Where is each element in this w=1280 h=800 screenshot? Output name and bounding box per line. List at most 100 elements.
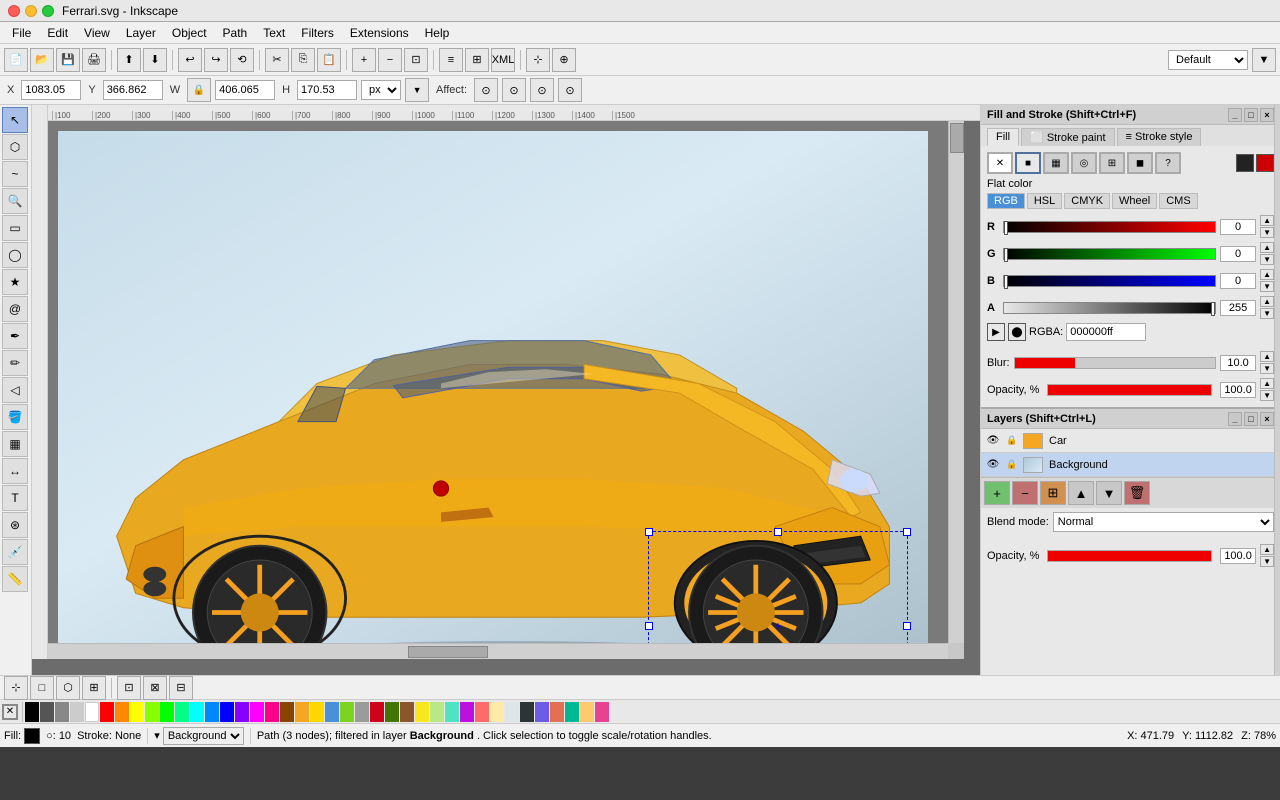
b-up[interactable]: ▲ — [1260, 269, 1274, 280]
color-swatch-yellow[interactable] — [130, 702, 144, 722]
zoom-fit-button[interactable]: ⊡ — [404, 48, 428, 72]
paste-button[interactable]: 📋 — [317, 48, 341, 72]
zoom-tool[interactable]: 🔍 — [2, 188, 28, 214]
color-swatch-white[interactable] — [85, 702, 99, 722]
snap-node-btn[interactable]: ⬡ — [56, 676, 80, 700]
no-color-swatch[interactable]: ✕ — [2, 704, 18, 720]
export-button[interactable]: ⬇ — [143, 48, 167, 72]
r-input[interactable] — [1220, 219, 1256, 235]
a-up[interactable]: ▲ — [1260, 296, 1274, 307]
h-input[interactable] — [297, 80, 357, 100]
color-swatch-darkgray[interactable] — [40, 702, 54, 722]
snap-bbox-btn[interactable]: □ — [30, 676, 54, 700]
cut-button[interactable]: ✂ — [265, 48, 289, 72]
color-swatch-sky[interactable] — [205, 702, 219, 722]
color-swatch-lemon[interactable] — [415, 702, 429, 722]
menu-layer[interactable]: Layer — [118, 24, 164, 42]
minimize-button[interactable] — [25, 5, 37, 17]
maximize-button[interactable] — [42, 5, 54, 17]
w-input[interactable] — [215, 80, 275, 100]
b-input[interactable] — [1220, 273, 1256, 289]
opacity-up[interactable]: ▲ — [1260, 378, 1274, 389]
layer-opacity-slider[interactable] — [1047, 550, 1212, 562]
color-swatch-honey[interactable] — [580, 702, 594, 722]
r-slider[interactable] — [1003, 221, 1216, 233]
color-swatch-cream[interactable] — [490, 702, 504, 722]
zoom-in-button[interactable]: + — [352, 48, 376, 72]
menu-help[interactable]: Help — [417, 24, 458, 42]
color-swatch-black[interactable] — [25, 702, 39, 722]
flat-color-btn[interactable]: ■ — [1015, 152, 1041, 174]
layer-opacity-input[interactable] — [1220, 548, 1256, 564]
menu-text[interactable]: Text — [255, 24, 293, 42]
menu-extensions[interactable]: Extensions — [342, 24, 417, 42]
xml-button[interactable]: XML — [491, 48, 515, 72]
layer-item-background[interactable]: 👁 🔒 Background — [981, 453, 1280, 477]
color-swatch-sienna[interactable] — [400, 702, 414, 722]
fs-close-btn[interactable]: × — [1260, 108, 1274, 122]
color-swatch-purple[interactable] — [460, 702, 474, 722]
affect-btn1[interactable]: ⊙ — [474, 78, 498, 102]
unknown-fill-btn[interactable]: ? — [1155, 152, 1181, 174]
lock-aspect-button[interactable]: 🔒 — [187, 78, 211, 102]
color-swatch-peach[interactable] — [550, 702, 564, 722]
connector-tool[interactable]: ↔ — [2, 458, 28, 484]
merge-layer-btn[interactable]: ⊞ — [1040, 481, 1066, 505]
a-input[interactable] — [1220, 300, 1256, 316]
y-input[interactable] — [103, 80, 163, 100]
color-swatch-cyan[interactable] — [190, 702, 204, 722]
color-swatch-pink[interactable] — [265, 702, 279, 722]
color-swatch-emerald[interactable] — [565, 702, 579, 722]
tweak-tool[interactable]: ~ — [2, 161, 28, 187]
car-visibility-toggle[interactable]: 👁 — [985, 433, 1001, 449]
menu-object[interactable]: Object — [164, 24, 215, 42]
tab-fill[interactable]: Fill — [987, 128, 1019, 146]
snap-opt3-btn[interactable]: ⊟ — [169, 676, 193, 700]
rgba-input[interactable] — [1066, 323, 1146, 341]
horizontal-scrollbar[interactable] — [48, 643, 948, 659]
swatch-btn[interactable]: ◼ — [1127, 152, 1153, 174]
color-swatch-lightblue[interactable] — [325, 702, 339, 722]
spiral-tool[interactable]: @ — [2, 296, 28, 322]
calligraph-tool[interactable]: ◁ — [2, 377, 28, 403]
wheel-tab[interactable]: Wheel — [1112, 193, 1157, 209]
color-swatch-green[interactable] — [160, 702, 174, 722]
move-layer-up-btn[interactable]: ▲ — [1068, 481, 1094, 505]
canvas-area[interactable]: |100 |200 |300 |400 |500 |600 |700 |800 … — [32, 105, 980, 675]
color-swatch-gold[interactable] — [310, 702, 324, 722]
r-down[interactable]: ▼ — [1260, 227, 1274, 238]
move-layer-down-btn[interactable]: ▼ — [1096, 481, 1122, 505]
unit-select[interactable]: px mm — [361, 80, 401, 100]
color-swatch-brown[interactable] — [280, 702, 294, 722]
color-swatch-lime[interactable] — [340, 702, 354, 722]
rect-tool[interactable]: ▭ — [2, 215, 28, 241]
layer-opacity-down[interactable]: ▼ — [1260, 556, 1274, 567]
tab-stroke-style[interactable]: ≡ Stroke style — [1117, 128, 1202, 146]
open-button[interactable]: 📂 — [30, 48, 54, 72]
cmyk-tab[interactable]: CMYK — [1064, 193, 1110, 209]
linear-gradient-btn[interactable]: ▦ — [1043, 152, 1069, 174]
new-button[interactable]: 📄 — [4, 48, 28, 72]
color-swatch-indigo[interactable] — [535, 702, 549, 722]
zoom-dropdown-btn[interactable]: ▼ — [1252, 48, 1276, 72]
menu-path[interactable]: Path — [215, 24, 256, 42]
b-slider[interactable] — [1003, 275, 1216, 287]
gradient-tool[interactable]: ▦ — [2, 431, 28, 457]
save-button[interactable]: 💾 — [56, 48, 80, 72]
g-down[interactable]: ▼ — [1260, 254, 1274, 265]
fill-color-indicator[interactable] — [24, 728, 40, 744]
no-fill-btn[interactable]: ✕ — [987, 152, 1013, 174]
play-btn[interactable]: ▶ — [987, 323, 1005, 341]
color-swatch-coral[interactable] — [475, 702, 489, 722]
menu-view[interactable]: View — [76, 24, 118, 42]
rgb-tab[interactable]: RGB — [987, 193, 1025, 209]
pencil-tool[interactable]: ✏ — [2, 350, 28, 376]
bucket-tool[interactable]: 🪣 — [2, 404, 28, 430]
vertical-scrollbar[interactable] — [948, 121, 964, 659]
transform-button[interactable]: ⊞ — [465, 48, 489, 72]
snap-button[interactable]: ⊹ — [526, 48, 550, 72]
snap-enable-btn[interactable]: ⊹ — [4, 676, 28, 700]
color-swatch-yellow-green[interactable] — [145, 702, 159, 722]
color-swatch-cyan-green[interactable] — [175, 702, 189, 722]
color-swatch-nearblack[interactable] — [520, 702, 534, 722]
